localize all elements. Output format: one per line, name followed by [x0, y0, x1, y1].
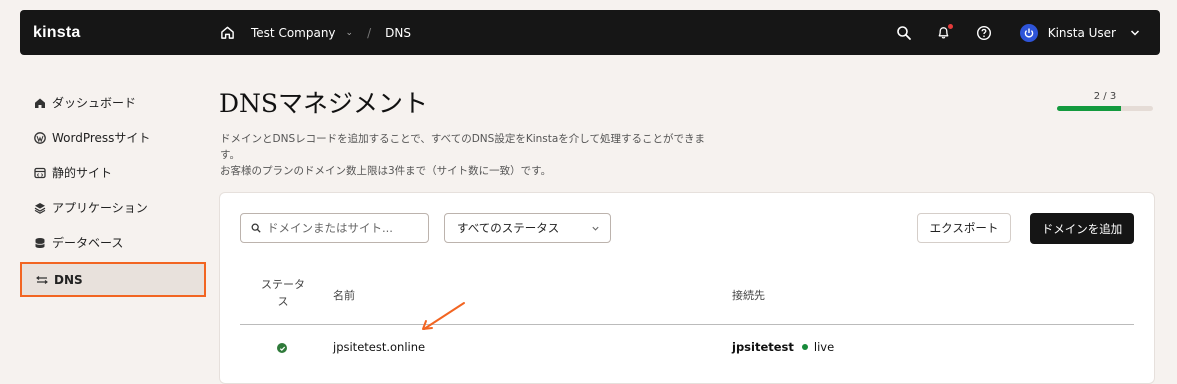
search-input[interactable]: ドメインまたはサイト...	[240, 213, 429, 243]
status-filter-value: すべてのステータス	[457, 221, 560, 235]
help-icon[interactable]	[974, 23, 994, 43]
connected-site[interactable]: jpsitetest live	[732, 340, 834, 354]
sidebar-item-label: データベース	[52, 236, 124, 250]
top-navigation-bar: kinsta Test Company ⌄ / DNS Kinsta User	[20, 10, 1160, 55]
search-icon[interactable]	[894, 23, 914, 43]
search-icon	[251, 223, 261, 233]
user-name: Kinsta User	[1047, 25, 1116, 40]
breadcrumb-current: DNS	[385, 25, 411, 40]
description-line: ドメインとDNSレコードを追加することで、すべてのDNS設定をKinstaを介し…	[220, 133, 705, 145]
sidebar-item-databases[interactable]: データベース	[20, 225, 210, 260]
column-header-connected[interactable]: 接続先	[732, 287, 765, 303]
sidebar-item-label: アプリケーション	[52, 201, 148, 215]
description-line: お客様のプランのドメイン数上限は3件まで（サイト数に一致）です。	[220, 165, 552, 177]
sidebar: ダッシュボード WordPressサイト 静的サイト アプリケーション データベ…	[20, 85, 210, 297]
power-icon	[1019, 23, 1038, 42]
domain-usage-progress: 2 / 3	[1057, 91, 1153, 111]
environment-label: live	[813, 340, 835, 354]
status-filter-select[interactable]: すべてのステータス	[444, 213, 611, 243]
progress-label: 2 / 3	[1093, 91, 1117, 102]
check-icon	[277, 343, 287, 353]
chevron-down-icon[interactable]: ⌄	[346, 28, 354, 38]
sidebar-item-label: 静的サイト	[52, 166, 113, 180]
breadcrumb-company[interactable]: Test Company	[251, 26, 336, 40]
column-header-label: ステータ	[261, 278, 305, 291]
static-site-icon	[34, 167, 46, 179]
database-icon	[34, 237, 46, 249]
chevron-down-icon	[1130, 28, 1140, 38]
breadcrumb: Test Company ⌄ / DNS	[220, 10, 411, 55]
dns-icon	[36, 274, 48, 286]
connected-site-name: jpsitetest	[732, 340, 794, 354]
column-header-label: ス	[277, 295, 289, 308]
chevron-down-icon	[591, 224, 600, 233]
sidebar-item-wordpress[interactable]: WordPressサイト	[20, 120, 210, 155]
progress-bar	[1057, 106, 1153, 111]
sidebar-item-dashboard[interactable]: ダッシュボード	[20, 85, 210, 120]
sidebar-item-label: ダッシュボード	[52, 96, 137, 110]
wordpress-icon	[34, 131, 46, 144]
add-domain-button[interactable]: ドメインを追加	[1030, 213, 1134, 244]
domains-card: ドメインまたはサイト... すべてのステータス エクスポート ドメインを追加 ス…	[219, 192, 1155, 384]
annotation-arrow-icon	[422, 302, 465, 330]
table-header-divider	[240, 324, 1134, 325]
progress-bar-fill	[1057, 106, 1122, 111]
layers-icon	[34, 202, 46, 214]
sidebar-item-applications[interactable]: アプリケーション	[20, 190, 210, 225]
description-line: す。	[220, 149, 240, 161]
column-header-name[interactable]: 名前	[333, 287, 355, 303]
bell-icon[interactable]	[934, 23, 954, 43]
breadcrumb-separator: /	[367, 25, 372, 40]
kinsta-logo[interactable]: kinsta	[33, 24, 80, 42]
sidebar-item-dns[interactable]: DNS	[20, 262, 206, 297]
search-placeholder: ドメインまたはサイト...	[267, 221, 393, 235]
home-icon[interactable]	[220, 25, 235, 40]
home-icon	[34, 97, 46, 109]
user-menu[interactable]: Kinsta User	[1019, 23, 1140, 42]
sidebar-item-static-sites[interactable]: 静的サイト	[20, 155, 210, 190]
domain-name-link[interactable]: jpsitetest.online	[333, 340, 425, 354]
column-header-status[interactable]: ステータ ス	[256, 276, 310, 310]
export-button[interactable]: エクスポート	[917, 213, 1011, 243]
page-description: ドメインとDNSレコードを追加することで、すべてのDNS設定をKinstaを介し…	[220, 131, 740, 179]
sidebar-item-label: WordPressサイト	[52, 131, 151, 145]
notification-dot	[947, 23, 953, 29]
sidebar-item-label: DNS	[54, 272, 83, 287]
live-status-dot	[801, 344, 808, 350]
page-title: DNSマネジメント	[219, 89, 429, 118]
